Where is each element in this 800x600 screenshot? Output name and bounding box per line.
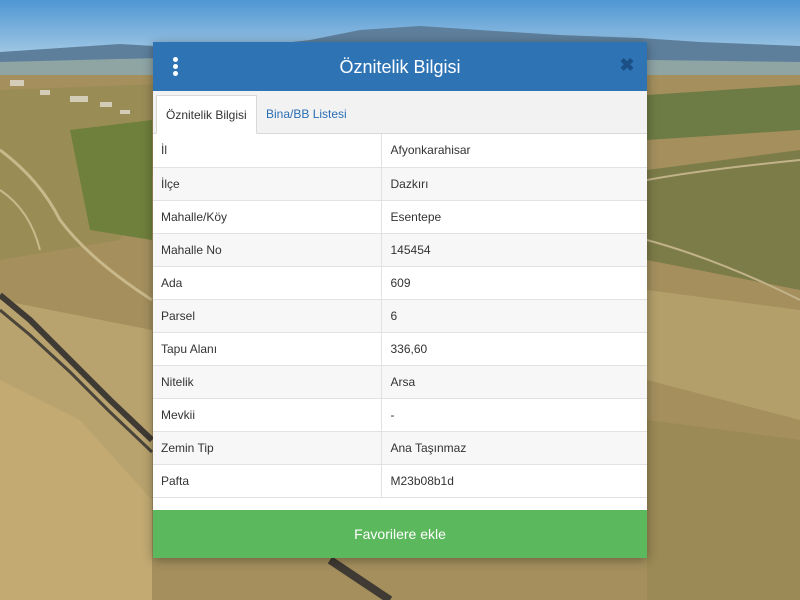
attribute-value: Ana Taşınmaz <box>381 431 647 465</box>
dialog-title: Öznitelik Bilgisi <box>339 57 461 77</box>
tab-building-list[interactable]: Bina/BB Listesi <box>257 95 356 132</box>
tab-attribute-info[interactable]: Öznitelik Bilgisi <box>156 95 257 134</box>
table-row: Tapu Alanı 336,60 <box>153 332 647 366</box>
table-row: Parsel 6 <box>153 299 647 333</box>
attribute-value: Esentepe <box>381 200 647 234</box>
table-row: Zemin Tip Ana Taşınmaz <box>153 431 647 465</box>
attribute-key: Mevkii <box>153 398 382 432</box>
attribute-key: Ada <box>153 266 382 300</box>
table-row: Mahalle/Köy Esentepe <box>153 200 647 234</box>
attribute-key: Zemin Tip <box>153 431 382 465</box>
attribute-value: Dazkırı <box>381 167 647 201</box>
attribute-key: İlçe <box>153 167 382 201</box>
attribute-key: Tapu Alanı <box>153 332 382 366</box>
attribute-value: Afyonkarahisar <box>381 134 647 168</box>
attribute-value: - <box>381 398 647 432</box>
attribute-value: 336,60 <box>381 332 647 366</box>
table-row: Ada 609 <box>153 266 647 300</box>
attribute-value: 6 <box>381 299 647 333</box>
close-icon[interactable]: ✖ <box>619 56 635 74</box>
table-row: Pafta M23b08b1d <box>153 464 647 498</box>
table-row: Mevkii - <box>153 398 647 432</box>
attribute-value: 609 <box>381 266 647 300</box>
attribute-value: M23b08b1d <box>381 464 647 498</box>
add-to-favorites-button[interactable]: Favorilere ekle <box>153 510 647 558</box>
attribute-key: Parsel <box>153 299 382 333</box>
attribute-value: 145454 <box>381 233 647 267</box>
attribute-key: Pafta <box>153 464 382 498</box>
table-row: İlçe Dazkırı <box>153 167 647 201</box>
attribute-info-dialog: Öznitelik Bilgisi ✖ Öznitelik Bilgisi Bi… <box>153 42 647 558</box>
dialog-header: Öznitelik Bilgisi ✖ <box>153 42 647 91</box>
attribute-table: İl Afyonkarahisar İlçe Dazkırı Mahalle/K… <box>153 134 647 498</box>
table-row: Mahalle No 145454 <box>153 233 647 267</box>
attribute-value: Arsa <box>381 365 647 399</box>
table-row: İl Afyonkarahisar <box>153 134 647 168</box>
table-row: Nitelik Arsa <box>153 365 647 399</box>
attribute-key: Mahalle/Köy <box>153 200 382 234</box>
attribute-key: Nitelik <box>153 365 382 399</box>
attribute-key: İl <box>153 134 382 168</box>
tabs-bar: Öznitelik Bilgisi Bina/BB Listesi <box>153 91 647 134</box>
attribute-key: Mahalle No <box>153 233 382 267</box>
